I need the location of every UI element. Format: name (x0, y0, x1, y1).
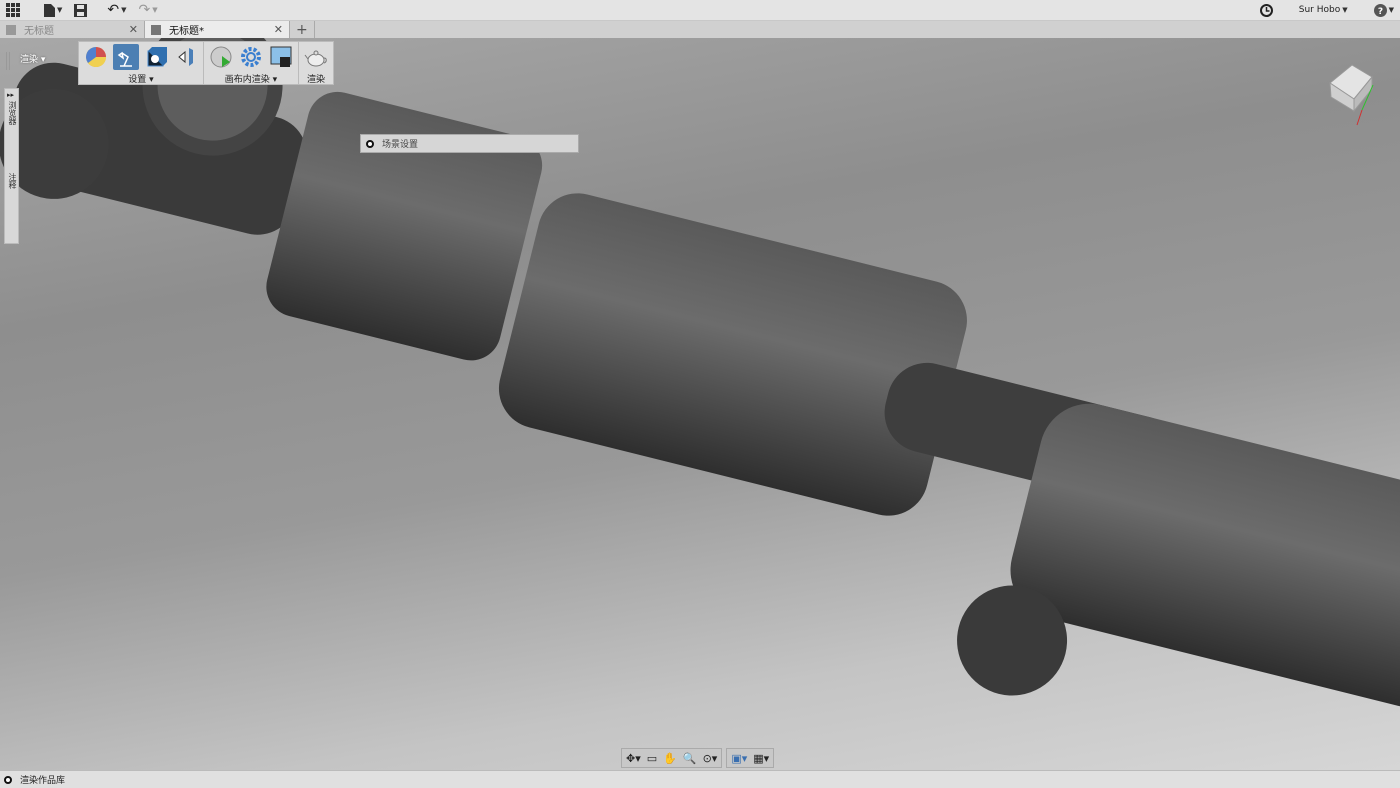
render-play-icon (210, 46, 232, 68)
setup-group: 设置 ▾ (79, 42, 204, 85)
appearance-button[interactable] (83, 44, 109, 70)
tab-label: 无标题 (24, 26, 54, 37)
job-status-button[interactable] (1254, 0, 1279, 21)
scene-settings-button[interactable] (113, 44, 139, 70)
in-canvas-render-group-label[interactable]: 画布内渲染 ▾ (225, 72, 277, 85)
texture-map-button[interactable] (173, 44, 199, 70)
expand-circle-icon[interactable] (366, 139, 374, 148)
expand-circle-icon[interactable] (4, 775, 12, 784)
in-canvas-render-button[interactable] (208, 44, 234, 70)
render-button[interactable] (303, 44, 329, 70)
pan-hand-icon[interactable]: ✋ (663, 752, 677, 765)
svg-text:?: ? (1377, 7, 1382, 17)
navigation-bar: ✥▾ ▭ ✋ 🔍 ⊙▾ ▣▾ ▦▾ (621, 748, 775, 768)
ribbon-toolbar: 设置 ▾ 画布内渲染 ▾ 渲染 (78, 41, 334, 85)
new-tab-button[interactable]: + (290, 21, 315, 38)
undo-button[interactable]: ↶ ▼ (101, 0, 132, 21)
status-bar: 渲染作品库 (0, 770, 1400, 788)
lamp-icon (117, 51, 132, 67)
grid-settings-icon[interactable]: ▦▾ (753, 752, 769, 765)
in-canvas-render-group: 画布内渲染 ▾ (204, 42, 299, 85)
scene-settings-panel[interactable]: 场景设置 (360, 134, 579, 153)
top-bar: ▼ ↶ ▼ ↷ ▼ Sur Hobo ▼ ? ▼ (0, 0, 1400, 21)
browser-label[interactable]: 浏览器 (7, 101, 18, 125)
teapot-icon (304, 50, 327, 67)
save-button[interactable] (68, 0, 93, 21)
render-group-label[interactable]: 渲染 (307, 72, 325, 85)
redo-icon: ↷ (138, 2, 151, 18)
browser-panel-collapsed[interactable]: ▸▸ 浏览器 注释 (4, 88, 19, 244)
decal-button[interactable] (143, 44, 169, 70)
user-name: Sur Hobo (1298, 5, 1341, 15)
close-tab-icon[interactable]: ✕ (274, 23, 283, 36)
texture-map-icon (178, 48, 193, 66)
grid-icon (6, 3, 20, 17)
appearance-sphere-icon (86, 47, 106, 67)
nav-tools: ✥▾ ▭ ✋ 🔍 ⊙▾ (621, 748, 723, 768)
redo-button[interactable]: ↷ ▼ (133, 0, 164, 21)
document-icon (151, 24, 161, 35)
scene-settings-label: 场景设置 (382, 140, 419, 150)
undo-icon: ↶ (107, 2, 120, 18)
clock-icon (1259, 3, 1273, 17)
display-tools: ▣▾ ▦▾ (726, 748, 775, 768)
toolbar-grip[interactable] (6, 52, 10, 70)
tab-label: 无标题* (169, 26, 204, 37)
look-at-icon[interactable]: ▭ (647, 752, 657, 765)
capture-image-icon (270, 46, 292, 67)
tab-untitled-active[interactable]: 无标题* ✕ (145, 21, 290, 38)
capture-image-button[interactable] (268, 44, 294, 70)
gear-icon (241, 47, 261, 67)
rendering-gallery-label[interactable]: 渲染作品库 (20, 773, 65, 786)
document-icon (6, 24, 16, 35)
render-group: 渲染 (299, 42, 333, 85)
setup-group-label[interactable]: 设置 ▾ (128, 72, 153, 85)
app-grid-button[interactable] (0, 0, 26, 21)
user-menu[interactable]: Sur Hobo ▼ (1293, 0, 1354, 21)
zoom-icon[interactable]: 🔍 (683, 752, 697, 765)
file-icon (44, 3, 55, 17)
expand-icon[interactable]: ▸▸ (7, 91, 14, 99)
x-axis-icon (1356, 109, 1363, 126)
orbit-icon[interactable]: ✥▾ (626, 752, 641, 765)
workspace-switcher[interactable]: 渲染 ▾ (20, 52, 45, 65)
fit-icon[interactable]: ⊙▾ (703, 752, 718, 765)
render-settings-button[interactable] (238, 44, 264, 70)
tab-untitled[interactable]: 无标题 ✕ (0, 21, 145, 38)
decal-cube-icon (147, 47, 167, 67)
help-icon: ? (1373, 3, 1387, 17)
3d-viewport[interactable] (0, 38, 1400, 770)
robot-arm-model (0, 38, 1400, 708)
help-button[interactable]: ? ▼ (1368, 0, 1400, 21)
file-menu-button[interactable]: ▼ (38, 0, 68, 21)
view-cube[interactable] (1325, 55, 1380, 130)
display-settings-icon[interactable]: ▣▾ (731, 752, 747, 765)
workspace-label: 渲染 (20, 55, 39, 65)
save-icon (74, 3, 88, 17)
document-tabs: 无标题 ✕ 无标题* ✕ + (0, 21, 1400, 38)
comments-label[interactable]: 注释 (7, 173, 18, 189)
close-tab-icon[interactable]: ✕ (129, 23, 138, 36)
